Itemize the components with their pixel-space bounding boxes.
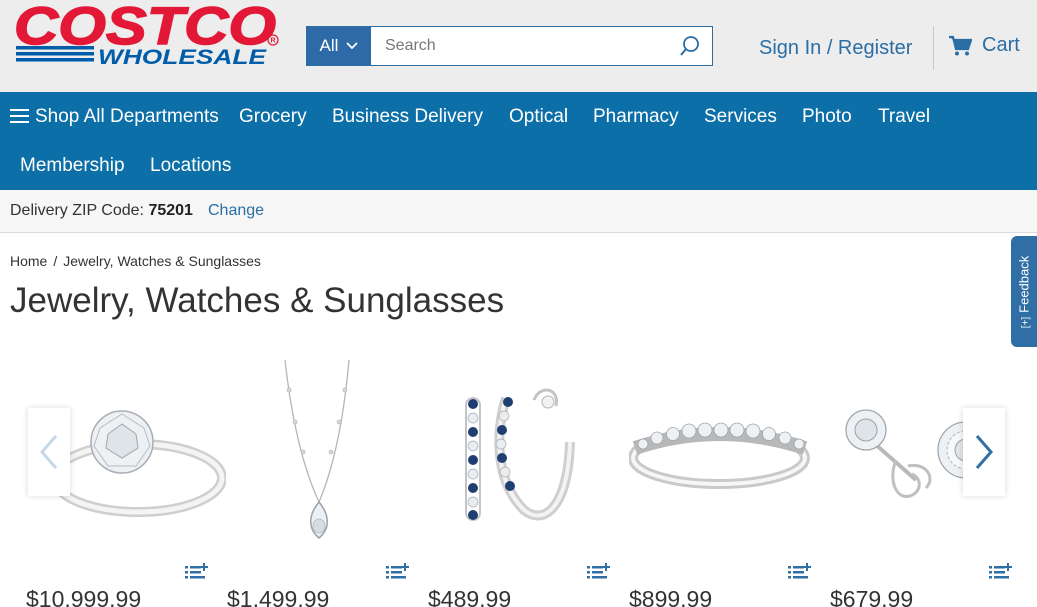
breadcrumb: Home / Jewelry, Watches & Sunglasses (10, 253, 261, 269)
search-bar: All (306, 26, 713, 66)
site-header: COSTCO WHOLESALE R All Sign In / Registe… (0, 0, 1037, 92)
cart-label: Cart (982, 34, 1020, 56)
product-price: $1,499.99 (227, 586, 330, 607)
search-icon (680, 36, 699, 56)
zip-value: 75201 (148, 202, 193, 219)
nav-grocery[interactable]: Grocery (239, 106, 307, 128)
product-price: $899.99 (629, 586, 713, 607)
search-button[interactable] (668, 27, 712, 65)
nav-services[interactable]: Services (704, 106, 777, 128)
page-title: Jewelry, Watches & Sunglasses (10, 281, 505, 320)
add-to-list-icon[interactable] (988, 562, 1012, 582)
nav-pharmacy[interactable]: Pharmacy (593, 106, 679, 128)
breadcrumb-current[interactable]: Jewelry, Watches & Sunglasses (63, 253, 261, 269)
nav-business-delivery[interactable]: Business Delivery (332, 106, 483, 128)
chevron-left-icon (40, 435, 58, 469)
cart-link[interactable]: Cart (948, 34, 1020, 57)
zip-label: Delivery ZIP Code: 75201 (10, 202, 193, 220)
nav-optical[interactable]: Optical (509, 106, 568, 128)
page: COSTCO WHOLESALE R All Sign In / Registe… (0, 0, 1037, 607)
sign-in-register-link[interactable]: Sign In / Register (759, 37, 912, 60)
feedback-label-text: Feedback (1016, 255, 1032, 313)
nav-photo[interactable]: Photo (802, 106, 852, 128)
pendant-necklace-image (284, 359, 350, 539)
chevron-down-icon (346, 42, 359, 50)
product-price: $10,999.99 (26, 586, 142, 607)
nav-membership[interactable]: Membership (20, 155, 125, 177)
carousel-next-button[interactable] (963, 408, 1005, 496)
zip-label-text: Delivery ZIP Code: (10, 202, 144, 219)
zip-change-link[interactable]: Change (208, 202, 264, 220)
product-price: $679.99 (830, 586, 914, 607)
add-to-list-icon[interactable] (787, 562, 811, 582)
sapphire-earrings-image (465, 388, 575, 521)
diamond-band-ring-image (629, 422, 810, 489)
product-card[interactable]: $489.99 (428, 350, 628, 607)
product-card[interactable]: $899.99 (629, 350, 829, 607)
add-to-list-icon[interactable] (184, 562, 208, 582)
search-input[interactable] (371, 27, 668, 65)
breadcrumb-home[interactable]: Home (10, 253, 47, 269)
cart-icon (949, 35, 972, 55)
add-to-list-icon[interactable] (586, 562, 610, 582)
chevron-right-icon (975, 435, 993, 469)
nav-locations[interactable]: Locations (150, 155, 231, 177)
nav-shop-all-departments[interactable]: Shop All Departments (10, 106, 219, 128)
feedback-label: [+] Feedback (1017, 256, 1032, 329)
product-card[interactable]: $1,499.99 (227, 350, 427, 607)
header-divider (933, 26, 934, 70)
add-to-list-icon[interactable] (385, 562, 409, 582)
delivery-zip-bar: Delivery ZIP Code: 75201 Change (0, 190, 1037, 233)
costco-logo[interactable]: COSTCO WHOLESALE R (12, 0, 282, 70)
carousel-prev-button[interactable] (28, 408, 70, 496)
nav-travel[interactable]: Travel (878, 106, 930, 128)
search-category-dropdown[interactable]: All (307, 27, 371, 65)
search-category-label: All (319, 36, 339, 55)
feedback-icon: [+] (1020, 316, 1032, 329)
breadcrumb-separator: / (53, 253, 58, 269)
feedback-tab[interactable]: [+] Feedback (1011, 236, 1037, 347)
logo-wholesale-text: WHOLESALE (98, 46, 267, 69)
svg-text:R: R (270, 38, 275, 45)
product-price: $489.99 (428, 586, 512, 607)
main-navigation: Shop All Departments Grocery Business De… (0, 92, 1037, 190)
hamburger-menu-icon (10, 109, 29, 123)
nav-shop-all-label: Shop All Departments (35, 106, 219, 127)
